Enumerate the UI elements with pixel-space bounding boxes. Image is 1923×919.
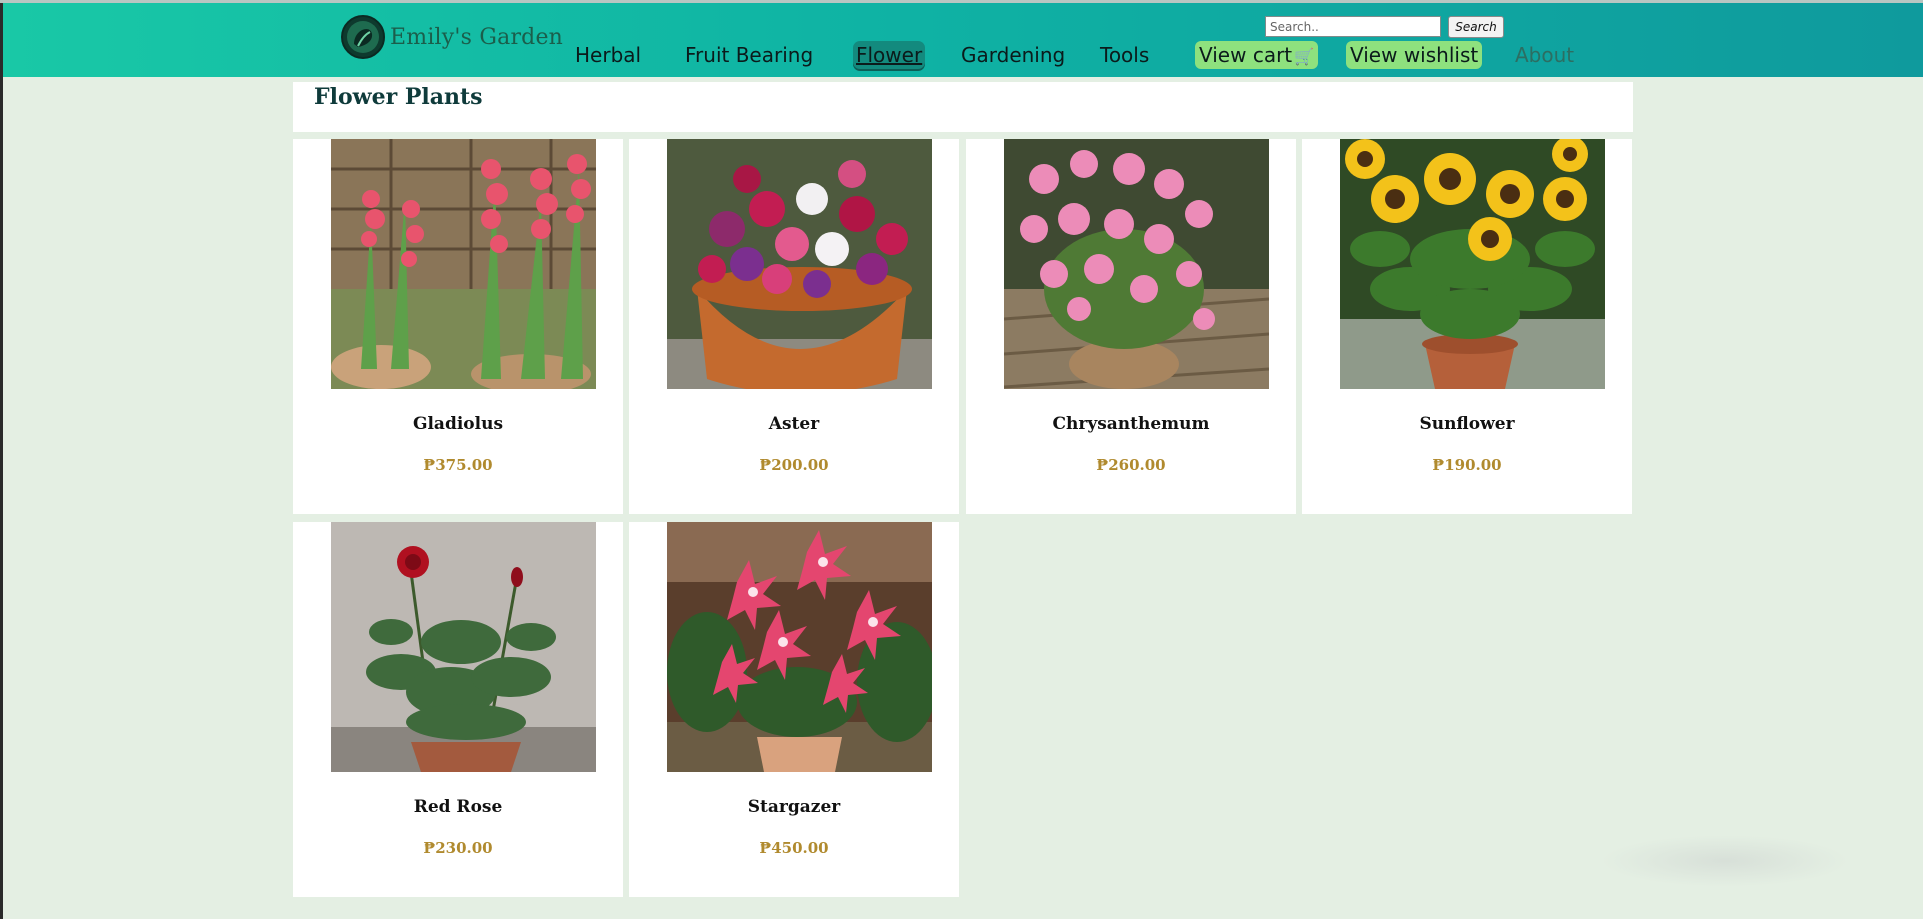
product-card-red-rose[interactable]: Red Rose ₱230.00 [293,522,623,897]
blurred-overlay [1600,835,1850,887]
page-title: Flower Plants [314,84,483,110]
leaf-logo-icon [341,15,385,59]
brand-logo[interactable]: Emily's Garden [340,13,563,61]
product-name[interactable]: Red Rose [293,797,623,817]
product-price: ₱230.00 [423,839,493,857]
nav-item-herbal[interactable]: Herbal [575,41,641,69]
product-name[interactable]: Sunflower [1302,414,1632,434]
product-card-stargazer[interactable]: Stargazer ₱450.00 [629,522,959,897]
nav-item-about[interactable]: About [1515,41,1574,69]
product-name[interactable]: Aster [629,414,959,434]
product-name[interactable]: Stargazer [629,797,959,817]
nav-item-tools[interactable]: Tools [1100,41,1149,69]
nav-item-fruit-bearing[interactable]: Fruit Bearing [685,41,813,69]
aster-pot-photo[interactable] [667,139,932,389]
product-price: ₱190.00 [1432,456,1502,474]
nav-item-view-cart[interactable]: View cart 🛒 [1195,41,1319,69]
stargazer-lily-photo[interactable] [667,522,932,772]
site-header: Emily's Garden Search Herbal Fruit Beari… [3,3,1923,77]
product-name[interactable]: Gladiolus [293,414,623,434]
search-button[interactable]: Search [1448,16,1504,38]
product-name[interactable]: Chrysanthemum [966,414,1296,434]
nav-item-flower[interactable]: Flower [853,41,926,69]
product-price: ₱200.00 [759,456,829,474]
red-rose-pot-photo[interactable] [331,522,596,772]
product-card-chrysanthemum[interactable]: Chrysanthemum ₱260.00 [966,139,1296,514]
chrysanthemum-pot-photo[interactable] [1004,139,1269,389]
product-card-aster[interactable]: Aster ₱200.00 [629,139,959,514]
view-cart-label: View cart [1199,43,1293,67]
sunflower-pot-photo[interactable] [1340,139,1605,389]
product-price: ₱375.00 [423,456,493,474]
page-title-bar: Flower Plants [293,82,1633,132]
search-input[interactable] [1265,16,1441,37]
gladiolus-plant-photo[interactable] [331,139,596,389]
brand-name: Emily's Garden [390,24,564,50]
product-card-gladiolus[interactable]: Gladiolus ₱375.00 [293,139,623,514]
window-left-edge [0,0,3,919]
nav-item-gardening[interactable]: Gardening [961,41,1065,69]
product-card-sunflower[interactable]: Sunflower ₱190.00 [1302,139,1632,514]
cart-icon: 🛒 [1294,47,1315,66]
product-price: ₱260.00 [1096,456,1166,474]
nav-item-view-wishlist[interactable]: View wishlist [1346,41,1483,69]
product-price: ₱450.00 [759,839,829,857]
